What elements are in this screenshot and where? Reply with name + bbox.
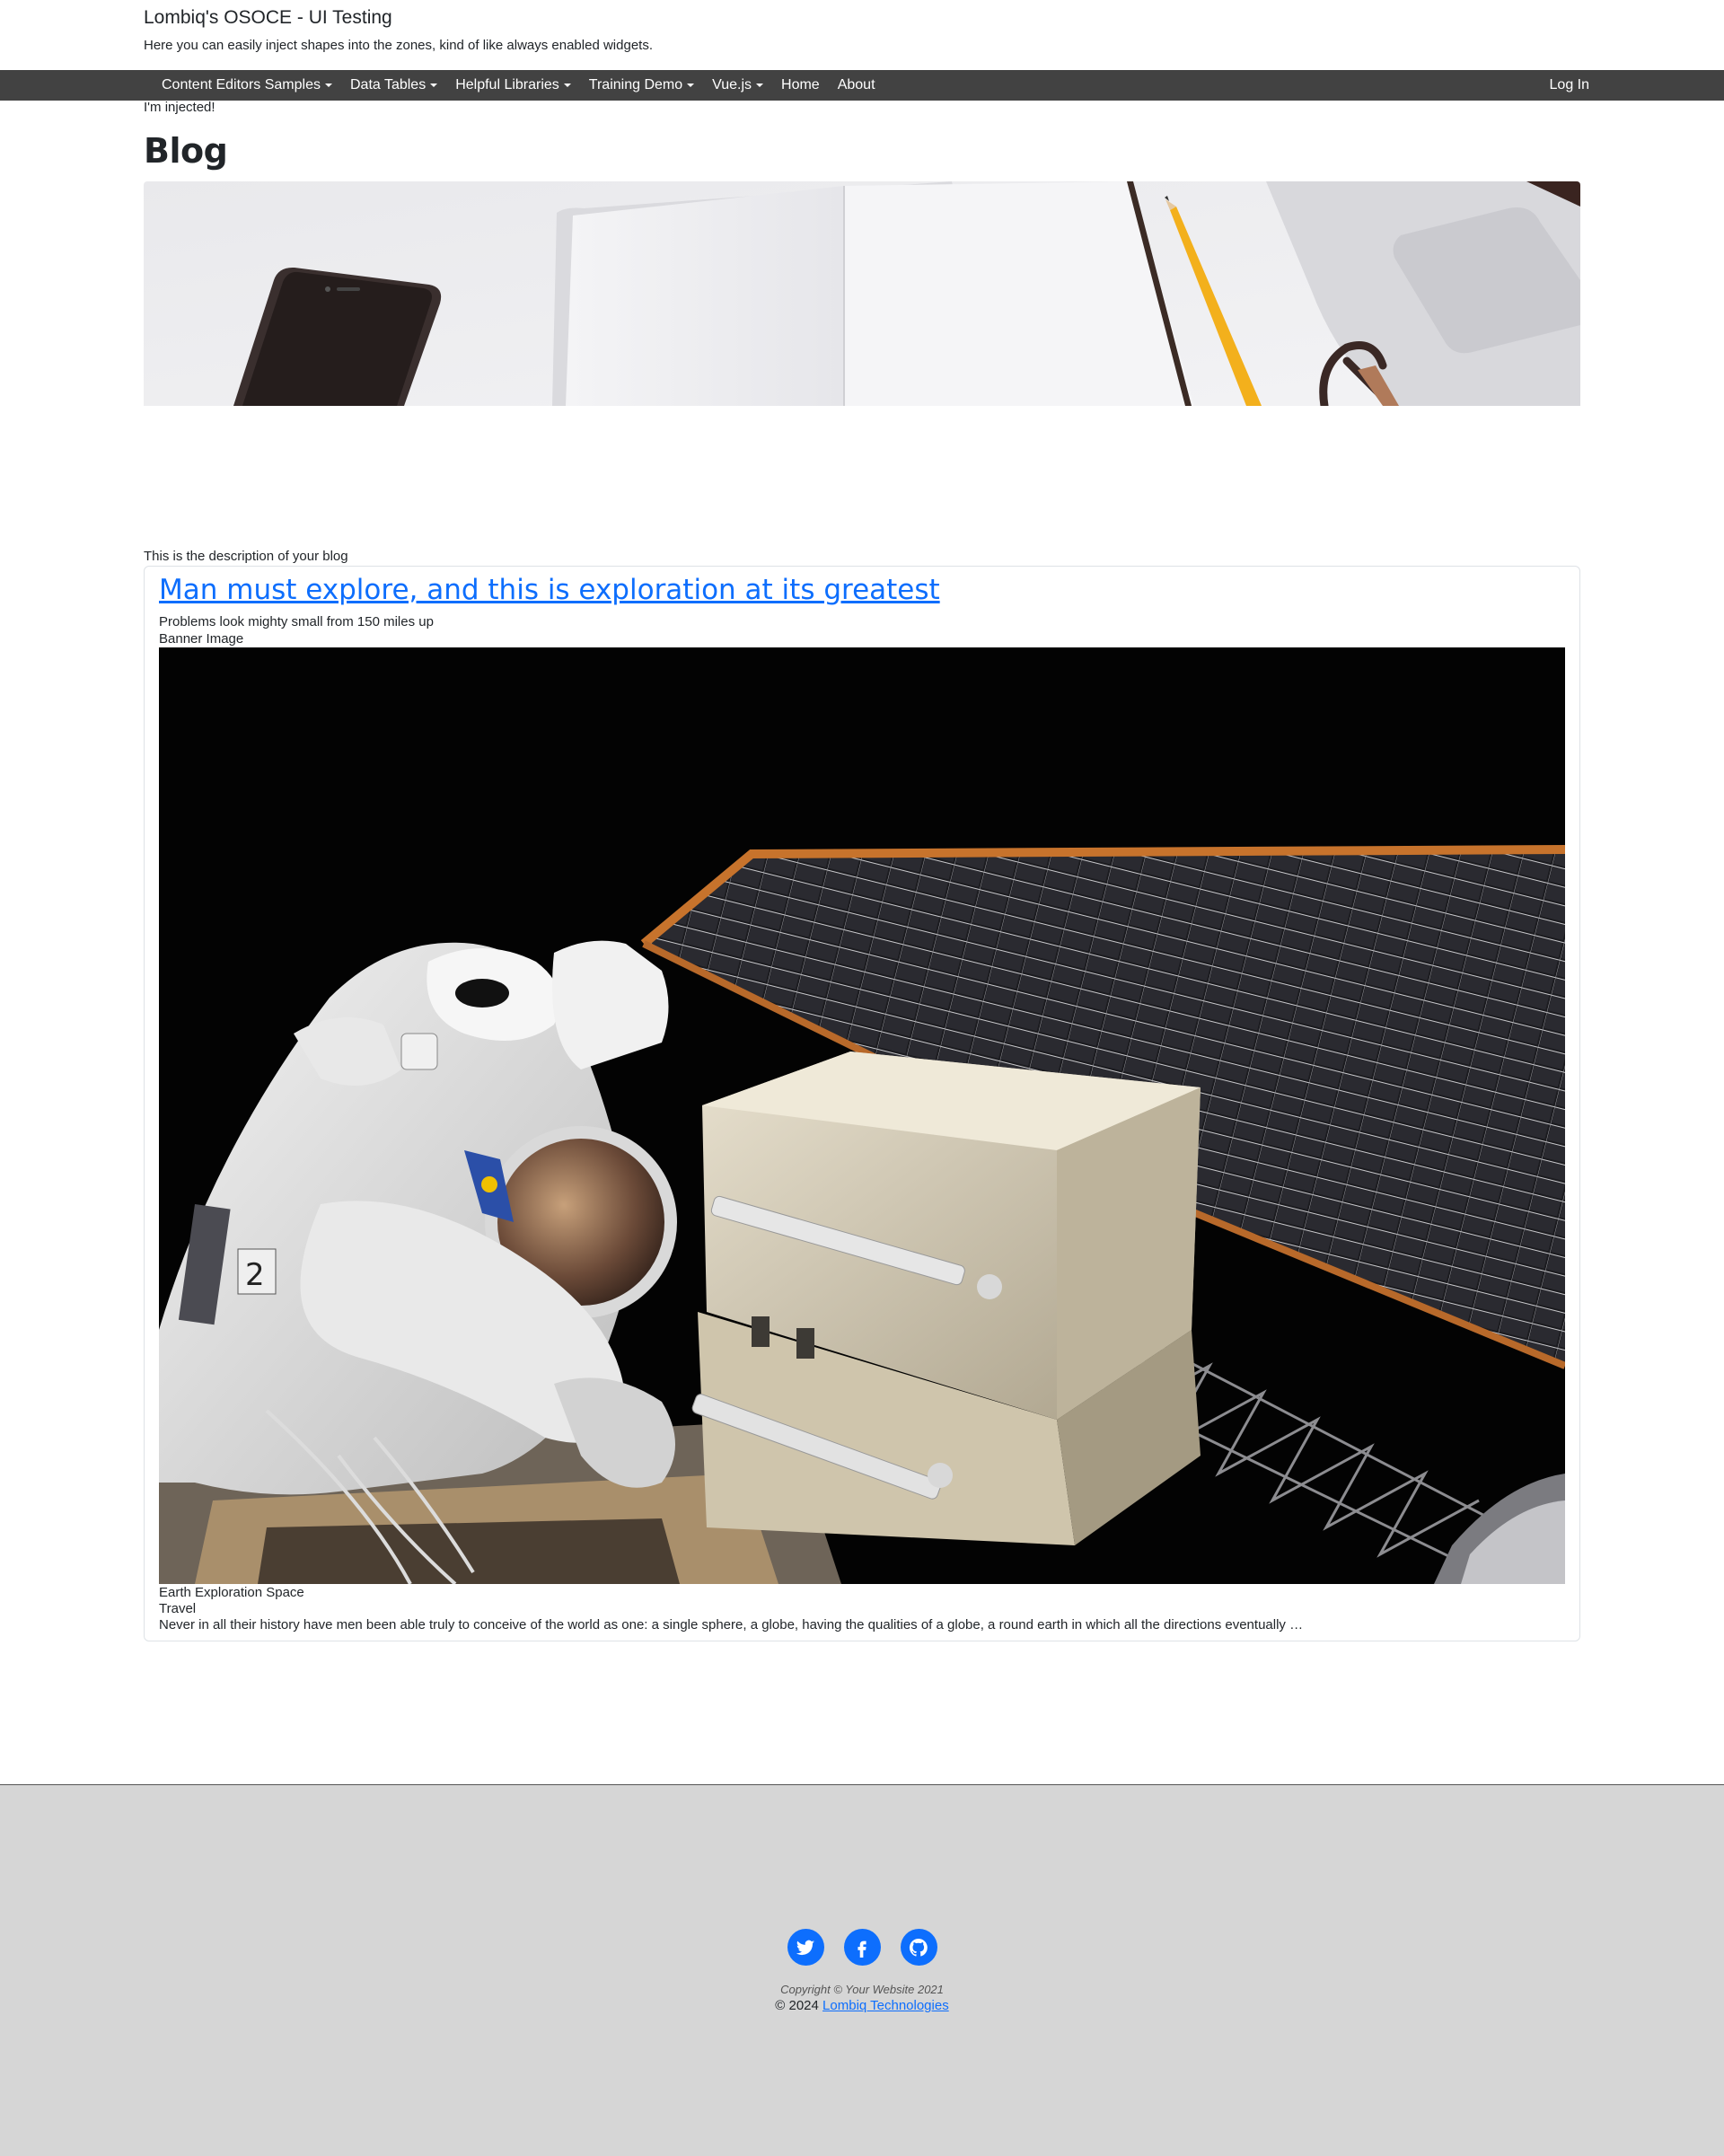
github-icon [909, 1938, 928, 1957]
nav-item-content-editors-samples[interactable]: Content Editors Samples [153, 70, 341, 101]
footer-credit: © 2024 Lombiq Technologies [0, 1998, 1724, 2013]
nav-item-label: Training Demo [588, 77, 683, 92]
svg-text:2: 2 [245, 1257, 265, 1293]
site-title: Lombiq's OSOCE - UI Testing [144, 7, 392, 28]
login-link[interactable]: Log In [1550, 70, 1589, 101]
chevron-down-icon [430, 84, 438, 87]
nav-item-about[interactable]: About [829, 70, 884, 101]
chevron-down-icon [324, 84, 332, 87]
nav-item-label: Helpful Libraries [455, 77, 559, 92]
nav-item-label: Vue.js [712, 77, 752, 92]
nav-item-helpful-libraries[interactable]: Helpful Libraries [446, 70, 580, 101]
banner-image-label: Banner Image [159, 631, 244, 647]
main-navbar: Content Editors Samples Data Tables Help… [0, 70, 1724, 101]
twitter-link[interactable] [787, 1929, 824, 1966]
post-banner-image: 2 [159, 647, 1565, 1584]
page-title: Blog [144, 131, 228, 171]
facebook-link[interactable] [843, 1929, 881, 1966]
nav-menu: Content Editors Samples Data Tables Help… [153, 70, 884, 101]
credit-prefix: © 2024 [775, 1998, 819, 2013]
post-title-link[interactable]: Man must explore, and this is exploratio… [159, 574, 940, 606]
site-footer: Copyright © Your Website 2021 © 2024 Lom… [0, 1784, 1724, 2156]
nav-item-vuejs[interactable]: Vue.js [703, 70, 772, 101]
nav-item-home[interactable]: Home [772, 70, 829, 101]
blog-hero-image [144, 181, 1580, 406]
nav-item-label: About [837, 77, 875, 92]
nav-item-label: Data Tables [349, 77, 427, 92]
site-tagline: Here you can easily inject shapes into t… [144, 38, 653, 53]
twitter-icon [796, 1940, 815, 1955]
injected-text: I'm injected! [144, 100, 216, 115]
post-category: Travel [159, 1601, 197, 1616]
blog-post-card: Man must explore, and this is exploratio… [144, 566, 1580, 1641]
nav-item-training-demo[interactable]: Training Demo [580, 70, 703, 101]
post-excerpt: Never in all their history have men been… [159, 1617, 1304, 1632]
chevron-down-icon [563, 84, 571, 87]
post-tags: Earth Exploration Space [159, 1585, 304, 1600]
blog-description: This is the description of your blog [144, 549, 348, 564]
github-link[interactable] [900, 1929, 937, 1966]
facebook-icon [858, 1940, 866, 1958]
chevron-down-icon [756, 84, 764, 87]
nav-item-data-tables[interactable]: Data Tables [341, 70, 446, 101]
post-subtitle: Problems look mighty small from 150 mile… [159, 614, 434, 629]
footer-copyright: Copyright © Your Website 2021 [780, 1983, 944, 1996]
social-links [0, 1929, 1724, 1966]
nav-item-label: Home [781, 77, 820, 92]
lombiq-link[interactable]: Lombiq Technologies [822, 1998, 949, 2013]
nav-item-label: Content Editors Samples [162, 77, 321, 92]
chevron-down-icon [687, 84, 695, 87]
